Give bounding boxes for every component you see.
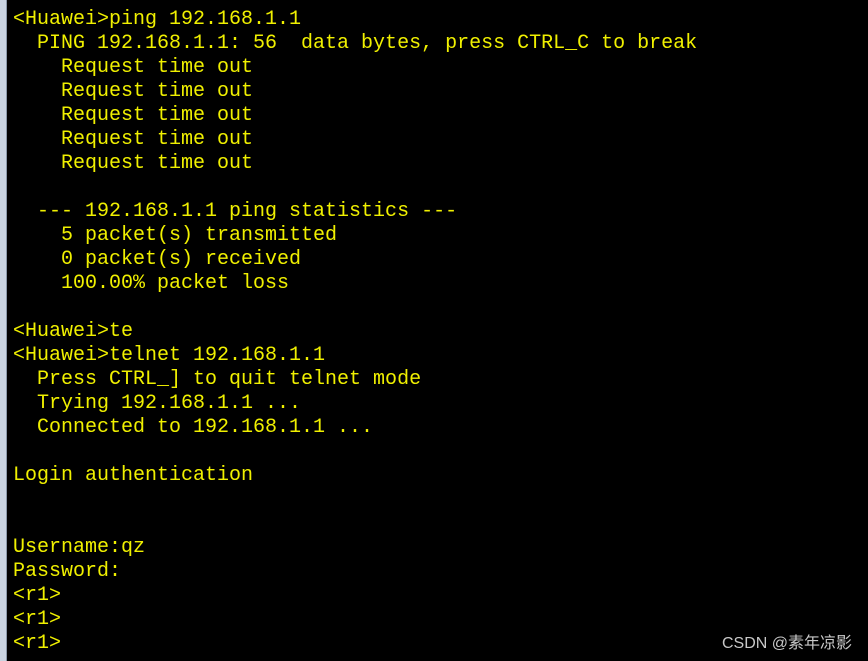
terminal-line: <Huawei>telnet 192.168.1.1 — [13, 344, 326, 367]
terminal-output[interactable]: <Huawei><Huawei>ping 192.168.1.1 PING 19… — [13, 0, 697, 656]
terminal-line: <Huawei>ping 192.168.1.1 — [13, 8, 302, 31]
terminal-line: Request time out — [13, 80, 254, 103]
terminal-line: Press CTRL_] to quit telnet mode — [13, 368, 422, 391]
terminal-line: Login authentication — [13, 464, 254, 487]
window-left-border — [0, 0, 7, 661]
terminal-line: Request time out — [13, 128, 254, 151]
terminal-line: <r1> — [13, 632, 62, 655]
terminal-line: Request time out — [13, 152, 254, 175]
terminal-line: <r1> — [13, 608, 62, 631]
terminal-line: 0 packet(s) received — [13, 248, 302, 271]
terminal-line: Trying 192.168.1.1 ... — [13, 392, 302, 415]
terminal-line: <Huawei> — [13, 0, 697, 8]
terminal-line: Password: — [13, 560, 122, 583]
terminal-line: <Huawei>te — [13, 320, 134, 343]
terminal-line: Username:qz — [13, 536, 146, 559]
terminal-line: --- 192.168.1.1 ping statistics --- — [13, 200, 458, 223]
terminal-line: 5 packet(s) transmitted — [13, 224, 338, 247]
terminal-line: PING 192.168.1.1: 56 data bytes, press C… — [13, 32, 698, 55]
terminal-line: <r1> — [13, 584, 62, 607]
terminal-line: Connected to 192.168.1.1 ... — [13, 416, 374, 439]
terminal-line: Request time out — [13, 56, 254, 79]
watermark: CSDN @素年凉影 — [721, 635, 852, 652]
terminal-line: Request time out — [13, 104, 254, 127]
terminal-line: 100.00% packet loss — [13, 272, 290, 295]
